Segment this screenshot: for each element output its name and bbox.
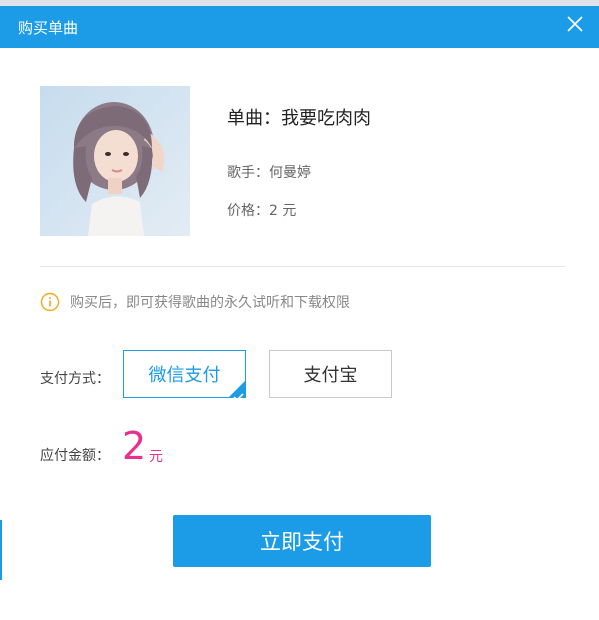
purchase-notice: 购买后，即可获得歌曲的永久试听和下载权限 — [40, 291, 350, 313]
payment-method-label: 支付方式： — [40, 371, 110, 387]
song-title: 单曲：我要吃肉肉 — [227, 108, 371, 129]
check-icon — [233, 386, 244, 402]
notice-text: 购买后，即可获得歌曲的永久试听和下载权限 — [70, 295, 350, 311]
album-cover — [40, 86, 190, 236]
close-icon[interactable] — [565, 14, 585, 34]
background-window-edge — [0, 520, 2, 580]
divider — [40, 266, 565, 267]
song-price: 价格：2 元 — [227, 203, 297, 219]
song-singer: 歌手：何曼婷 — [227, 165, 311, 181]
amount-value: 2 — [122, 424, 147, 468]
alipay-label: 支付宝 — [303, 365, 358, 386]
dialog-titlebar: 购买单曲 — [0, 6, 599, 48]
pay-now-button[interactable]: 立即支付 — [173, 515, 431, 567]
alipay-option[interactable]: 支付宝 — [269, 350, 392, 398]
wechat-pay-label: 微信支付 — [148, 365, 221, 386]
wechat-pay-option[interactable]: 微信支付 — [123, 350, 246, 402]
amount-unit: 元 — [149, 449, 163, 465]
amount-label: 应付金额： — [40, 448, 110, 464]
dialog-title: 购买单曲 — [18, 19, 79, 37]
info-icon — [40, 292, 60, 312]
